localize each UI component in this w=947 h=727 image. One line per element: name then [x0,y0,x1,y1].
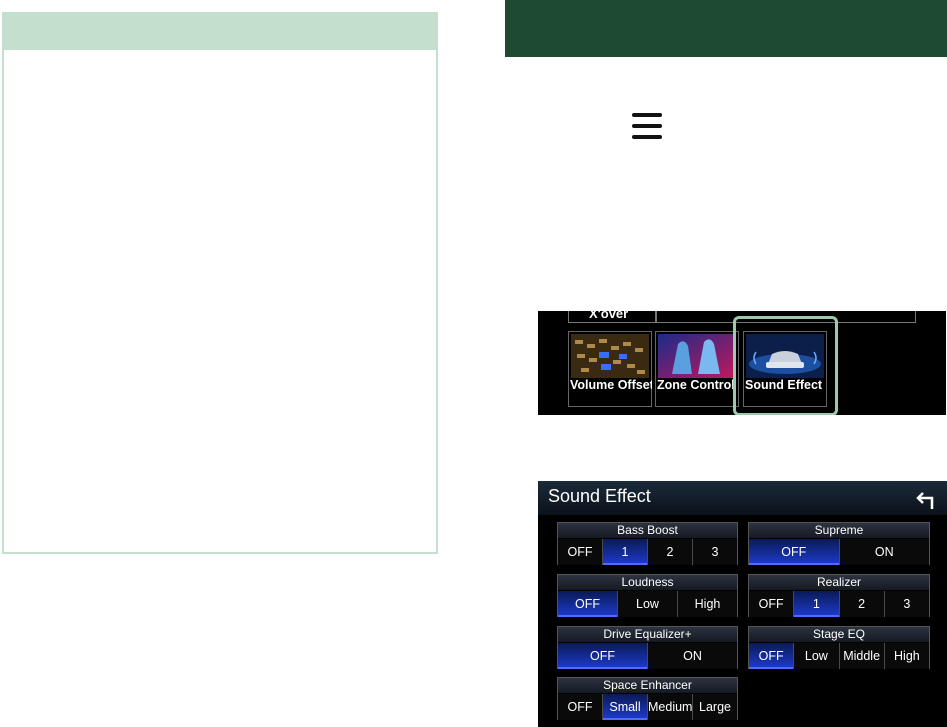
supreme-on-button[interactable]: ON [838,539,929,565]
drive-equalizer-group: Drive Equalizer+ OFF ON [557,626,738,669]
space-enhancer-small-button[interactable]: Small [602,694,647,720]
drive-equalizer-on-button[interactable]: ON [647,643,737,669]
supreme-off-button[interactable]: OFF [749,539,839,565]
loudness-low-button[interactable]: Low [617,591,677,617]
equalizer-sliders-image [571,334,649,378]
stage-eq-title: Stage EQ [749,627,929,642]
volume-offset-label: Volume Offset [570,378,652,392]
xover-tile[interactable]: X'over [568,311,656,323]
bass-boost-off-button[interactable]: OFF [558,539,602,565]
space-enhancer-off-button[interactable]: OFF [558,694,602,720]
xover-label: X'over [589,311,629,321]
menu-icon[interactable] [632,112,662,142]
space-enhancer-group: Space Enhancer OFF Small Medium Large [557,677,738,720]
drive-equalizer-off-button[interactable]: OFF [558,643,647,669]
bass-boost-1-button[interactable]: 1 [602,539,647,565]
volume-offset-tile[interactable]: Volume Offset [568,331,652,407]
realizer-off-button[interactable]: OFF [749,591,794,617]
stage-eq-high-button[interactable]: High [883,643,929,669]
sound-effect-screen: Sound Effect Bass Boost OFF 1 2 3 Suprem… [538,481,947,727]
supreme-title: Supreme [749,523,929,538]
loudness-off-button[interactable]: OFF [558,591,617,617]
realizer-1-button[interactable]: 1 [793,591,839,617]
realizer-3-button[interactable]: 3 [883,591,929,617]
section-header-bar [505,0,947,57]
realizer-group: Realizer OFF 1 2 3 [748,574,930,617]
zone-control-tile[interactable]: Zone Control [655,331,739,407]
realizer-title: Realizer [749,575,929,590]
bass-boost-2-button[interactable]: 2 [647,539,692,565]
drive-equalizer-title: Drive Equalizer+ [558,627,737,642]
audio-setup-screenshot: X'over Volume Offset Zone Control Sound … [538,311,946,415]
bass-boost-3-button[interactable]: 3 [692,539,737,565]
realizer-2-button[interactable]: 2 [838,591,884,617]
stage-eq-middle-button[interactable]: Middle [838,643,884,669]
space-enhancer-title: Space Enhancer [558,678,737,693]
car-seats-image [658,334,736,378]
bass-boost-title: Bass Boost [558,523,737,538]
bass-boost-group: Bass Boost OFF 1 2 3 [557,522,738,565]
return-arrow-icon[interactable] [914,489,936,511]
note-box [2,12,438,554]
loudness-high-button[interactable]: High [677,591,737,617]
supreme-group: Supreme OFF ON [748,522,930,565]
stage-eq-low-button[interactable]: Low [793,643,839,669]
sound-effect-title: Sound Effect [548,486,651,506]
space-enhancer-medium-button[interactable]: Medium [647,694,692,720]
loudness-title: Loudness [558,575,737,590]
zone-control-label: Zone Control [657,378,735,392]
loudness-group: Loudness OFF Low High [557,574,738,617]
selected-tile-highlight [733,316,838,415]
stage-eq-group: Stage EQ OFF Low Middle High [748,626,930,669]
stage-eq-off-button[interactable]: OFF [749,643,794,669]
space-enhancer-large-button[interactable]: Large [692,694,737,720]
note-box-header [4,14,436,50]
